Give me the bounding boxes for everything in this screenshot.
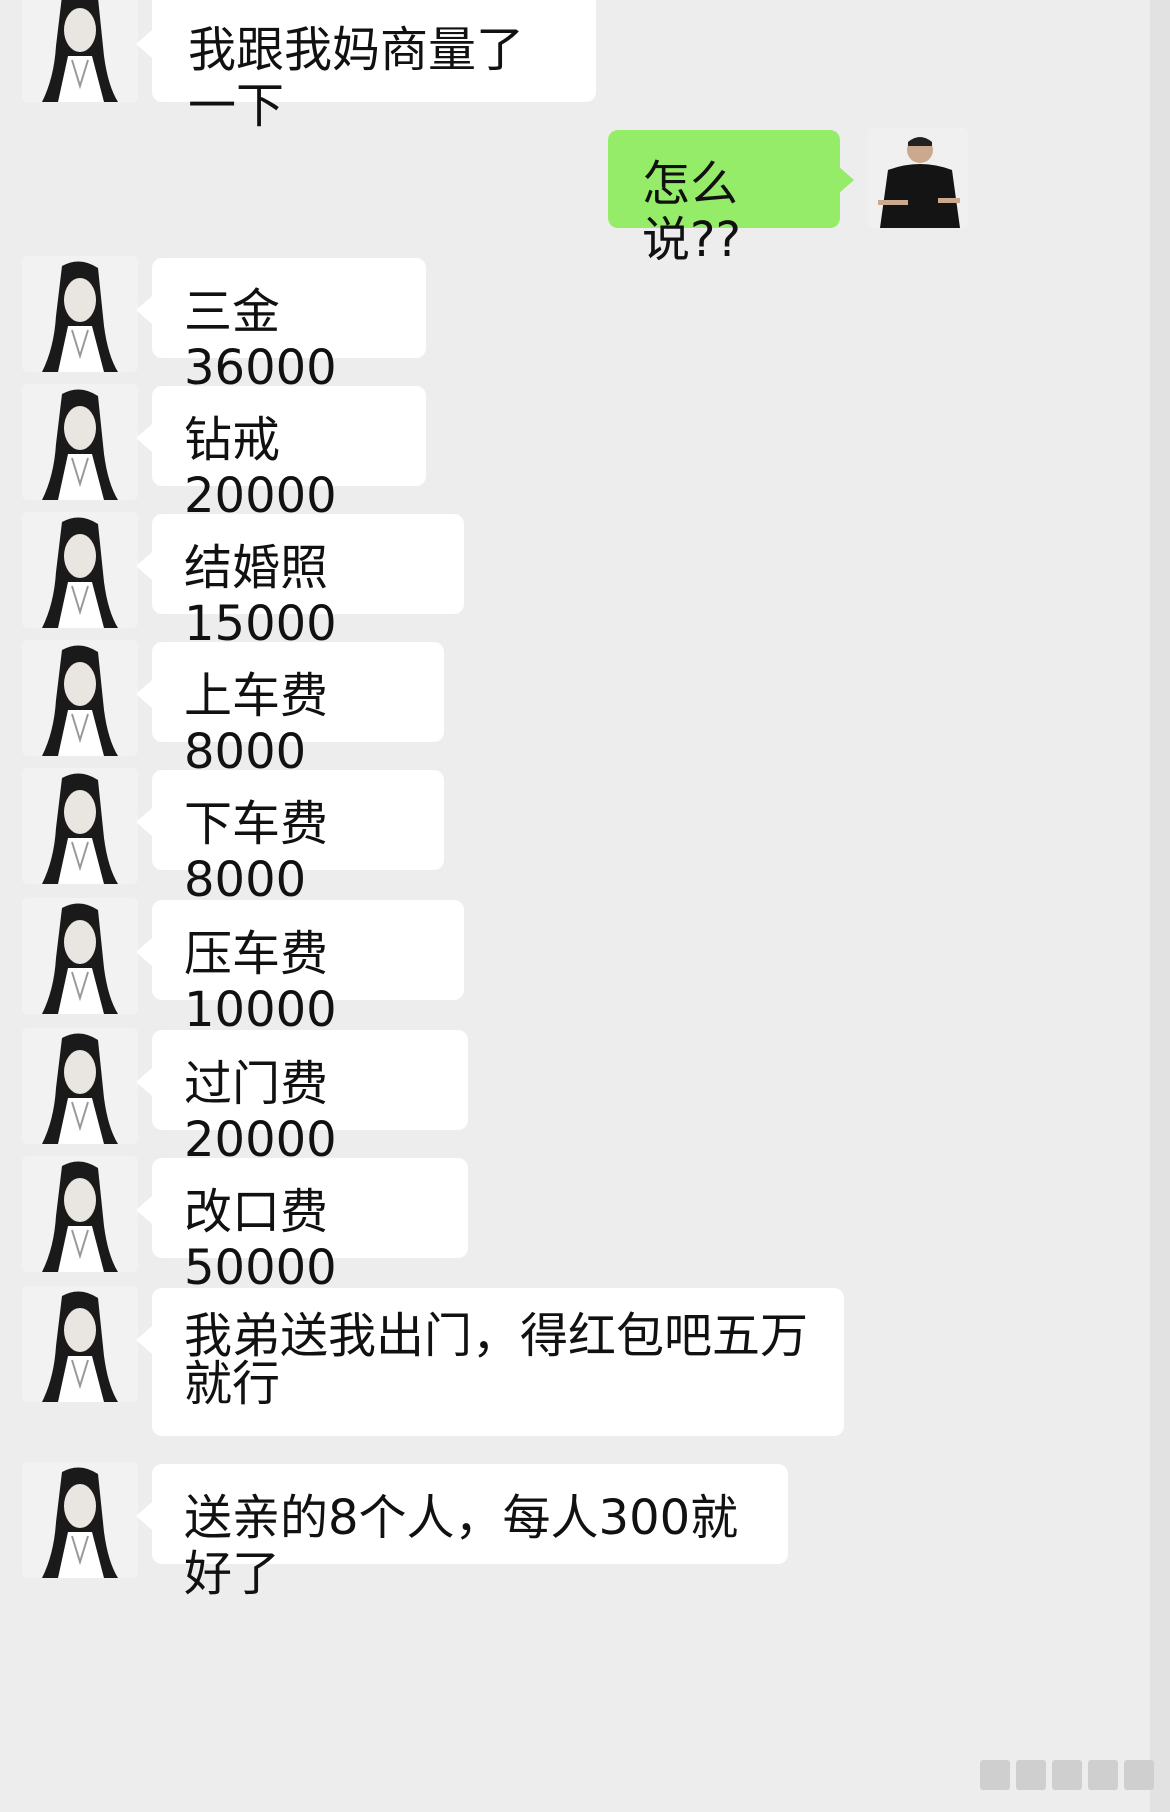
message-text: 上车费8000 (184, 668, 329, 780)
message-bubble[interactable]: 钻戒20000 (152, 386, 426, 524)
message-text: 我弟送我出门，得红包吧五万就行 (184, 1308, 809, 1412)
message-text: 压车费10000 (184, 926, 337, 1038)
chat-window: 我跟我妈商量了一下 怎么说?? 三金36000 钻戒20000 结婚照15000… (0, 0, 1170, 1812)
message-text: 结婚照15000 (184, 540, 337, 652)
message-text: 过门费20000 (184, 1056, 337, 1168)
message-text: 改口费50000 (184, 1184, 337, 1296)
message-bubble[interactable]: 三金36000 (152, 258, 426, 396)
message-bubble[interactable]: 送亲的8个人，每人300就好了 (152, 1464, 788, 1602)
woman-avatar-icon[interactable] (22, 768, 138, 884)
man-avatar-icon[interactable] (868, 128, 968, 228)
message-bubble[interactable]: 过门费20000 (152, 1030, 468, 1168)
message-bubble[interactable]: 上车费8000 (152, 642, 444, 780)
scroll-edge (1150, 0, 1170, 1812)
woman-avatar-icon[interactable] (22, 256, 138, 372)
woman-avatar-icon[interactable] (22, 0, 138, 102)
message-bubble[interactable]: 结婚照15000 (152, 514, 464, 652)
message-text: 三金36000 (184, 284, 337, 396)
woman-avatar-icon[interactable] (22, 1462, 138, 1578)
watermark-mark-icon (980, 1760, 1010, 1790)
message-bubble[interactable]: 改口费50000 (152, 1158, 468, 1296)
message-text: 钻戒20000 (184, 412, 337, 524)
watermark-mark-icon (1124, 1760, 1154, 1790)
woman-avatar-icon[interactable] (22, 1028, 138, 1144)
message-bubble[interactable]: 压车费10000 (152, 900, 464, 1038)
message-text: 怎么说?? (642, 156, 741, 268)
woman-avatar-icon[interactable] (22, 898, 138, 1014)
woman-avatar-icon[interactable] (22, 640, 138, 756)
watermark-mark-icon (1052, 1760, 1082, 1790)
message-text: 下车费8000 (184, 796, 329, 908)
watermark-mark-icon (1088, 1760, 1118, 1790)
watermark-mark-icon (1016, 1760, 1046, 1790)
message-bubble[interactable]: 我弟送我出门，得红包吧五万就行 (152, 1288, 844, 1436)
woman-avatar-icon[interactable] (22, 384, 138, 500)
message-bubble[interactable]: 我跟我妈商量了一下 (152, 0, 596, 134)
watermark (980, 1752, 1154, 1798)
message-text: 送亲的8个人，每人300就好了 (184, 1490, 739, 1602)
message-bubble-mine[interactable]: 怎么说?? (608, 130, 840, 268)
message-bubble[interactable]: 下车费8000 (152, 770, 444, 908)
message-text: 我跟我妈商量了一下 (188, 22, 525, 134)
woman-avatar-icon[interactable] (22, 1156, 138, 1272)
woman-avatar-icon[interactable] (22, 1286, 138, 1402)
woman-avatar-icon[interactable] (22, 512, 138, 628)
